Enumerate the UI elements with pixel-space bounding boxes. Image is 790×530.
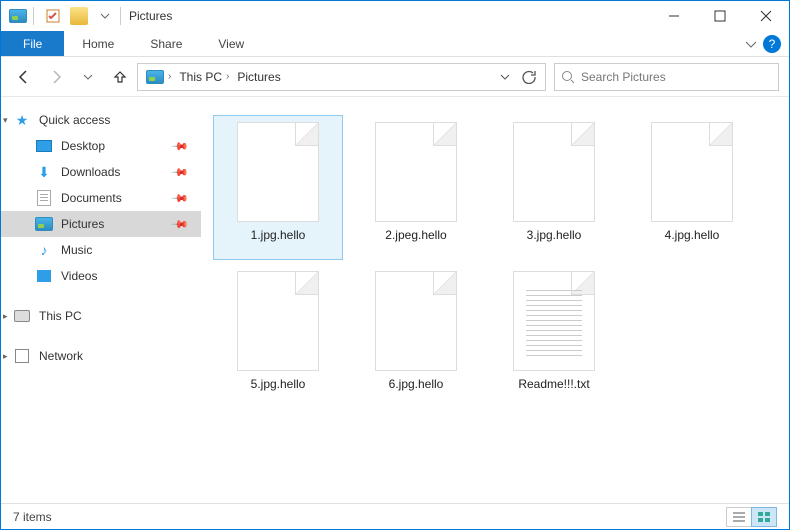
file-name: 3.jpg.hello xyxy=(527,228,582,242)
sidebar-item-desktop[interactable]: Desktop 📌 xyxy=(1,133,201,159)
qat-customize-chevron-icon[interactable] xyxy=(94,5,116,27)
file-item[interactable]: 4.jpg.hello xyxy=(627,115,757,260)
chevron-right-icon: › xyxy=(226,71,229,82)
sidebar-network[interactable]: ▸ Network xyxy=(1,343,201,369)
file-tab[interactable]: File xyxy=(1,31,64,56)
thumbnails-view-button[interactable] xyxy=(751,507,777,527)
pin-icon: 📌 xyxy=(171,215,190,234)
sidebar-item-label: Pictures xyxy=(61,217,104,231)
expand-icon[interactable]: ▸ xyxy=(3,311,8,322)
expand-ribbon-icon[interactable] xyxy=(745,38,757,50)
up-button[interactable] xyxy=(111,68,129,86)
forward-button[interactable] xyxy=(47,68,65,86)
videos-icon xyxy=(35,268,53,284)
qat-newfolder-icon[interactable] xyxy=(68,5,90,27)
tab-home[interactable]: Home xyxy=(64,31,132,56)
main-area: ▾ ★ Quick access Desktop📌⬇Downloads📌Docu… xyxy=(1,97,789,503)
item-count: 7 items xyxy=(13,510,52,524)
downloads-icon: ⬇ xyxy=(35,164,53,180)
sidebar-item-documents[interactable]: Documents 📌 xyxy=(1,185,201,211)
sidebar-item-label: Network xyxy=(39,349,83,363)
file-item[interactable]: Readme!!!.txt xyxy=(489,264,619,409)
file-name: 5.jpg.hello xyxy=(251,377,306,391)
file-icon xyxy=(237,122,319,222)
file-name: 1.jpg.hello xyxy=(251,228,306,242)
sidebar-item-label: Desktop xyxy=(61,139,105,153)
chevron-right-icon: › xyxy=(168,71,171,82)
pin-icon: 📌 xyxy=(171,163,190,182)
breadcrumb-item[interactable]: Pictures xyxy=(233,70,284,84)
breadcrumb-item[interactable]: This PC› xyxy=(175,70,233,84)
sidebar-item-label: Music xyxy=(61,243,92,257)
ribbon: File Home Share View ? xyxy=(1,31,789,57)
desktop-icon xyxy=(35,138,53,154)
navbar: › This PC› Pictures Search Pictures xyxy=(1,57,789,97)
file-icon xyxy=(651,122,733,222)
refresh-button[interactable] xyxy=(517,65,541,89)
address-bar[interactable]: › This PC› Pictures xyxy=(137,63,546,91)
sidebar-item-label: Quick access xyxy=(39,113,110,127)
search-input[interactable]: Search Pictures xyxy=(554,63,779,91)
minimize-button[interactable] xyxy=(651,1,697,31)
pc-icon xyxy=(13,308,31,324)
status-bar: 7 items xyxy=(1,503,789,529)
pin-icon: 📌 xyxy=(171,137,190,156)
tab-view[interactable]: View xyxy=(200,31,262,56)
file-item[interactable]: 1.jpg.hello xyxy=(213,115,343,260)
documents-icon xyxy=(35,190,53,206)
maximize-button[interactable] xyxy=(697,1,743,31)
file-icon xyxy=(237,271,319,371)
sidebar-item-pictures[interactable]: Pictures 📌 xyxy=(1,211,201,237)
sidebar-item-music[interactable]: ♪ Music xyxy=(1,237,201,263)
sidebar-item-label: Downloads xyxy=(61,165,120,179)
expand-icon[interactable]: ▸ xyxy=(3,351,8,362)
breadcrumb-root-icon[interactable]: › xyxy=(142,70,175,84)
back-button[interactable] xyxy=(15,68,33,86)
file-item[interactable]: 6.jpg.hello xyxy=(351,264,481,409)
collapse-icon[interactable]: ▾ xyxy=(3,115,8,126)
file-item[interactable]: 3.jpg.hello xyxy=(489,115,619,260)
pin-icon: 📌 xyxy=(171,189,190,208)
sidebar-item-label: This PC xyxy=(39,309,82,323)
sidebar-item-videos[interactable]: Videos xyxy=(1,263,201,289)
file-name: 2.jpeg.hello xyxy=(385,228,446,242)
address-dropdown-chevron-icon[interactable] xyxy=(493,65,517,89)
file-grid[interactable]: 1.jpg.hello 2.jpeg.hello 3.jpg.hello 4.jpg.… xyxy=(201,97,789,503)
recent-locations-chevron-icon[interactable] xyxy=(79,68,97,86)
window-title: Pictures xyxy=(129,9,172,23)
separator xyxy=(120,7,121,25)
pictures-icon xyxy=(35,216,53,232)
sidebar-this-pc[interactable]: ▸ This PC xyxy=(1,303,201,329)
details-view-button[interactable] xyxy=(726,507,752,527)
network-icon xyxy=(13,348,31,364)
help-icon[interactable]: ? xyxy=(763,35,781,53)
file-name: Readme!!!.txt xyxy=(518,377,589,391)
file-name: 6.jpg.hello xyxy=(389,377,444,391)
file-icon xyxy=(513,122,595,222)
sidebar: ▾ ★ Quick access Desktop📌⬇Downloads📌Docu… xyxy=(1,97,201,503)
qat-properties-icon[interactable] xyxy=(42,5,64,27)
file-icon xyxy=(513,271,595,371)
separator xyxy=(33,7,34,25)
app-icon xyxy=(7,5,29,27)
tab-share[interactable]: Share xyxy=(132,31,200,56)
star-icon: ★ xyxy=(13,112,31,128)
file-name: 4.jpg.hello xyxy=(665,228,720,242)
sidebar-item-label: Documents xyxy=(61,191,122,205)
file-icon xyxy=(375,122,457,222)
file-item[interactable]: 2.jpeg.hello xyxy=(351,115,481,260)
file-icon xyxy=(375,271,457,371)
titlebar: Pictures xyxy=(1,1,789,31)
file-item[interactable]: 5.jpg.hello xyxy=(213,264,343,409)
sidebar-item-downloads[interactable]: ⬇ Downloads 📌 xyxy=(1,159,201,185)
search-placeholder: Search Pictures xyxy=(581,70,666,84)
close-button[interactable] xyxy=(743,1,789,31)
music-icon: ♪ xyxy=(35,242,53,258)
sidebar-item-label: Videos xyxy=(61,269,97,283)
search-icon xyxy=(561,70,575,84)
sidebar-quick-access[interactable]: ▾ ★ Quick access xyxy=(1,107,201,133)
